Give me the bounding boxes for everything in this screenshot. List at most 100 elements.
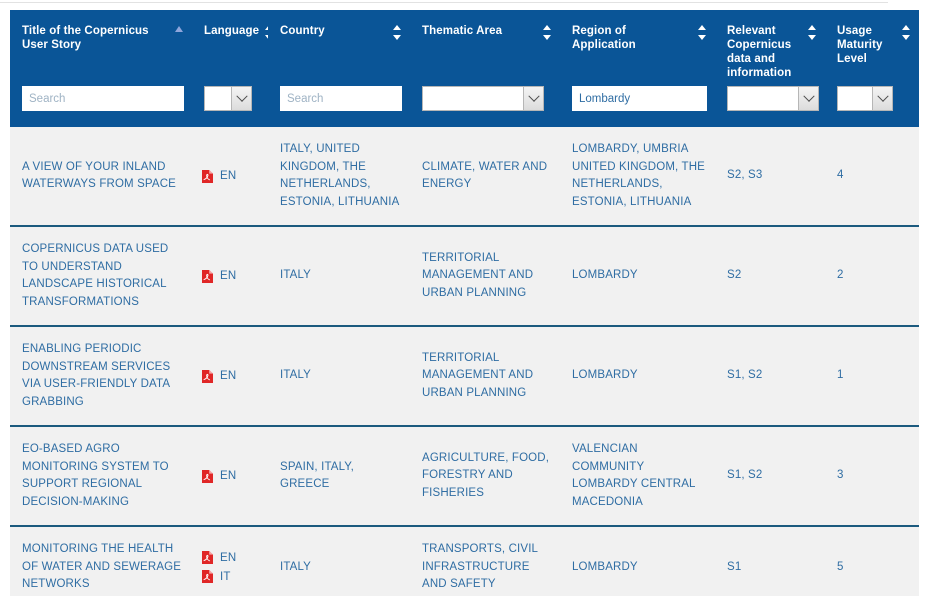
cell-thematic-area-value: TERRITORIAL MANAGEMENT AND URBAN PLANNIN… (422, 251, 534, 299)
user-story-title-link[interactable]: EO-BASED AGRO MONITORING SYSTEM TO SUPPO… (22, 443, 169, 508)
pdf-icon[interactable] (202, 369, 213, 383)
language-code-label: EN (220, 370, 237, 382)
sort-both-icon[interactable] (902, 25, 911, 40)
user-story-title-link[interactable]: A VIEW OF YOUR INLAND WATERWAYS FROM SPA… (22, 161, 176, 191)
pdf-icon[interactable] (202, 269, 213, 283)
relevant-data-filter-select[interactable] (727, 86, 819, 111)
chevron-down-icon[interactable] (798, 87, 818, 110)
cell-region-value: LOMBARDY (572, 560, 638, 573)
cell-thematic-area-value: CLIMATE, WATER AND ENERGY (422, 160, 548, 191)
column-header-region-label: Region of Application (572, 25, 636, 51)
cell-country-value: ITALY (280, 560, 311, 573)
language-pdf-link[interactable]: EN (202, 367, 260, 385)
language-filter-select[interactable] (204, 86, 252, 111)
column-header-title[interactable]: Title of the Copernicus User Story (10, 10, 192, 84)
cell-country-value: SPAIN, ITALY, GREECE (280, 460, 354, 491)
cell-thematic-area-value: AGRICULTURE, FOOD, FORESTRY AND FISHERIE… (422, 451, 550, 499)
cell-country: ITALY (268, 325, 410, 426)
chevron-down-icon[interactable] (231, 87, 251, 110)
cell-usage-maturity-value: 4 (837, 169, 844, 182)
filter-cell-thematic-area (410, 84, 560, 127)
cell-country: ITALY (268, 525, 410, 596)
language-pdf-link[interactable]: EN (202, 167, 260, 185)
column-header-region[interactable]: Region of Application (560, 10, 715, 84)
column-header-usage-maturity-label: Usage Maturity Level (837, 25, 883, 65)
cell-usage-maturity: 5 (825, 525, 919, 596)
cell-country-value: ITALY, UNITED KINGDOM, THE NETHERLANDS, … (280, 143, 400, 208)
cell-thematic-area: CLIMATE, WATER AND ENERGY (410, 127, 560, 226)
pdf-icon[interactable] (202, 169, 213, 183)
cell-country: ITALY (268, 225, 410, 326)
user-story-title-link[interactable]: ENABLING PERIODIC DOWNSTREAM SERVICES VI… (22, 343, 170, 408)
user-story-title-link[interactable]: COPERNICUS DATA USED TO UNDERSTAND LANDS… (22, 243, 168, 308)
language-pdf-link[interactable]: IT (202, 568, 260, 586)
header-label-row: Title of the Copernicus User Story Langu… (10, 10, 919, 84)
sort-both-icon[interactable] (543, 25, 552, 40)
filter-cell-usage-maturity (825, 84, 919, 127)
cell-usage-maturity-value: 1 (837, 369, 844, 382)
title-search-input[interactable] (22, 86, 184, 111)
chevron-down-icon[interactable] (872, 87, 892, 110)
filter-cell-language (192, 84, 268, 127)
cell-region-value: VALENCIAN COMMUNITY LOMBARDY CENTRAL MAC… (572, 443, 696, 508)
cell-title: ENABLING PERIODIC DOWNSTREAM SERVICES VI… (10, 325, 192, 426)
cell-title: A VIEW OF YOUR INLAND WATERWAYS FROM SPA… (10, 127, 192, 226)
language-pdf-link[interactable]: EN (202, 267, 260, 285)
cell-thematic-area: TERRITORIAL MANAGEMENT AND URBAN PLANNIN… (410, 225, 560, 326)
column-header-relevant-data[interactable]: Relevant Copernicus data and information (715, 10, 825, 84)
sort-both-icon[interactable] (393, 25, 402, 40)
table-row: ENABLING PERIODIC DOWNSTREAM SERVICES VI… (10, 325, 919, 426)
usage-maturity-filter-select[interactable] (837, 86, 893, 111)
sort-both-icon[interactable] (808, 25, 817, 40)
cell-language: EN IT (192, 525, 268, 596)
pdf-icon[interactable] (202, 570, 213, 584)
user-story-title-link[interactable]: MONITORING THE HEALTH OF WATER AND SEWER… (22, 543, 181, 590)
column-header-thematic-area-label: Thematic Area (422, 25, 503, 37)
cell-usage-maturity: 2 (825, 225, 919, 326)
table-row: COPERNICUS DATA USED TO UNDERSTAND LANDS… (10, 225, 919, 326)
thematic-area-filter-select[interactable] (422, 86, 544, 111)
cell-language: EN (192, 225, 268, 326)
language-pdf-link[interactable]: EN (202, 467, 260, 485)
column-header-language[interactable]: Language (192, 10, 274, 84)
thematic-area-filter-value (423, 87, 523, 110)
cell-thematic-area: TERRITORIAL MANAGEMENT AND URBAN PLANNIN… (410, 325, 560, 426)
column-header-usage-maturity[interactable]: Usage Maturity Level (825, 10, 919, 84)
pdf-icon[interactable] (202, 469, 213, 483)
cell-language: EN (192, 127, 268, 226)
language-filter-value (205, 87, 231, 110)
country-search-input[interactable] (280, 86, 402, 111)
language-code-label: EN (220, 270, 237, 282)
region-search-input[interactable] (572, 86, 707, 111)
language-code-label: EN (220, 470, 237, 482)
cell-usage-maturity: 3 (825, 425, 919, 526)
cell-usage-maturity: 4 (825, 127, 919, 226)
column-header-relevant-data-label: Relevant Copernicus data and information (727, 25, 792, 79)
cell-thematic-area-value: TERRITORIAL MANAGEMENT AND URBAN PLANNIN… (422, 351, 534, 399)
cell-region: LOMBARDY, UMBRIA UNITED KINGDOM, THE NET… (560, 127, 715, 226)
cell-usage-maturity-value: 2 (837, 269, 844, 282)
language-pdf-link[interactable]: EN (202, 549, 260, 567)
sort-ascending-icon[interactable] (175, 26, 184, 41)
column-header-thematic-area[interactable]: Thematic Area (410, 10, 560, 84)
cell-region: LOMBARDY (560, 325, 715, 426)
language-code-label: IT (220, 570, 231, 583)
page-top-divider (0, 2, 888, 3)
cell-relevant-data-value: S1, S2 (727, 469, 763, 482)
cell-relevant-data: S1, S2 (715, 325, 825, 426)
cell-usage-maturity-value: 3 (837, 469, 844, 482)
cell-region: VALENCIAN COMMUNITY LOMBARDY CENTRAL MAC… (560, 425, 715, 526)
column-header-language-label: Language (204, 25, 260, 37)
column-header-title-label: Title of the Copernicus User Story (22, 25, 149, 51)
chevron-down-icon[interactable] (523, 87, 543, 110)
sort-both-icon[interactable] (698, 25, 707, 40)
column-header-country[interactable]: Country (268, 10, 410, 84)
datatable-container: Title of the Copernicus User Story Langu… (10, 10, 919, 596)
cell-language: EN (192, 425, 268, 526)
pdf-icon[interactable] (202, 551, 213, 565)
cell-region-value: LOMBARDY, UMBRIA UNITED KINGDOM, THE NET… (572, 143, 705, 208)
language-code-label: EN (220, 551, 237, 564)
usage-maturity-filter-value (838, 87, 872, 110)
table-row: A VIEW OF YOUR INLAND WATERWAYS FROM SPA… (10, 127, 919, 226)
cell-country-value: ITALY (280, 269, 311, 282)
